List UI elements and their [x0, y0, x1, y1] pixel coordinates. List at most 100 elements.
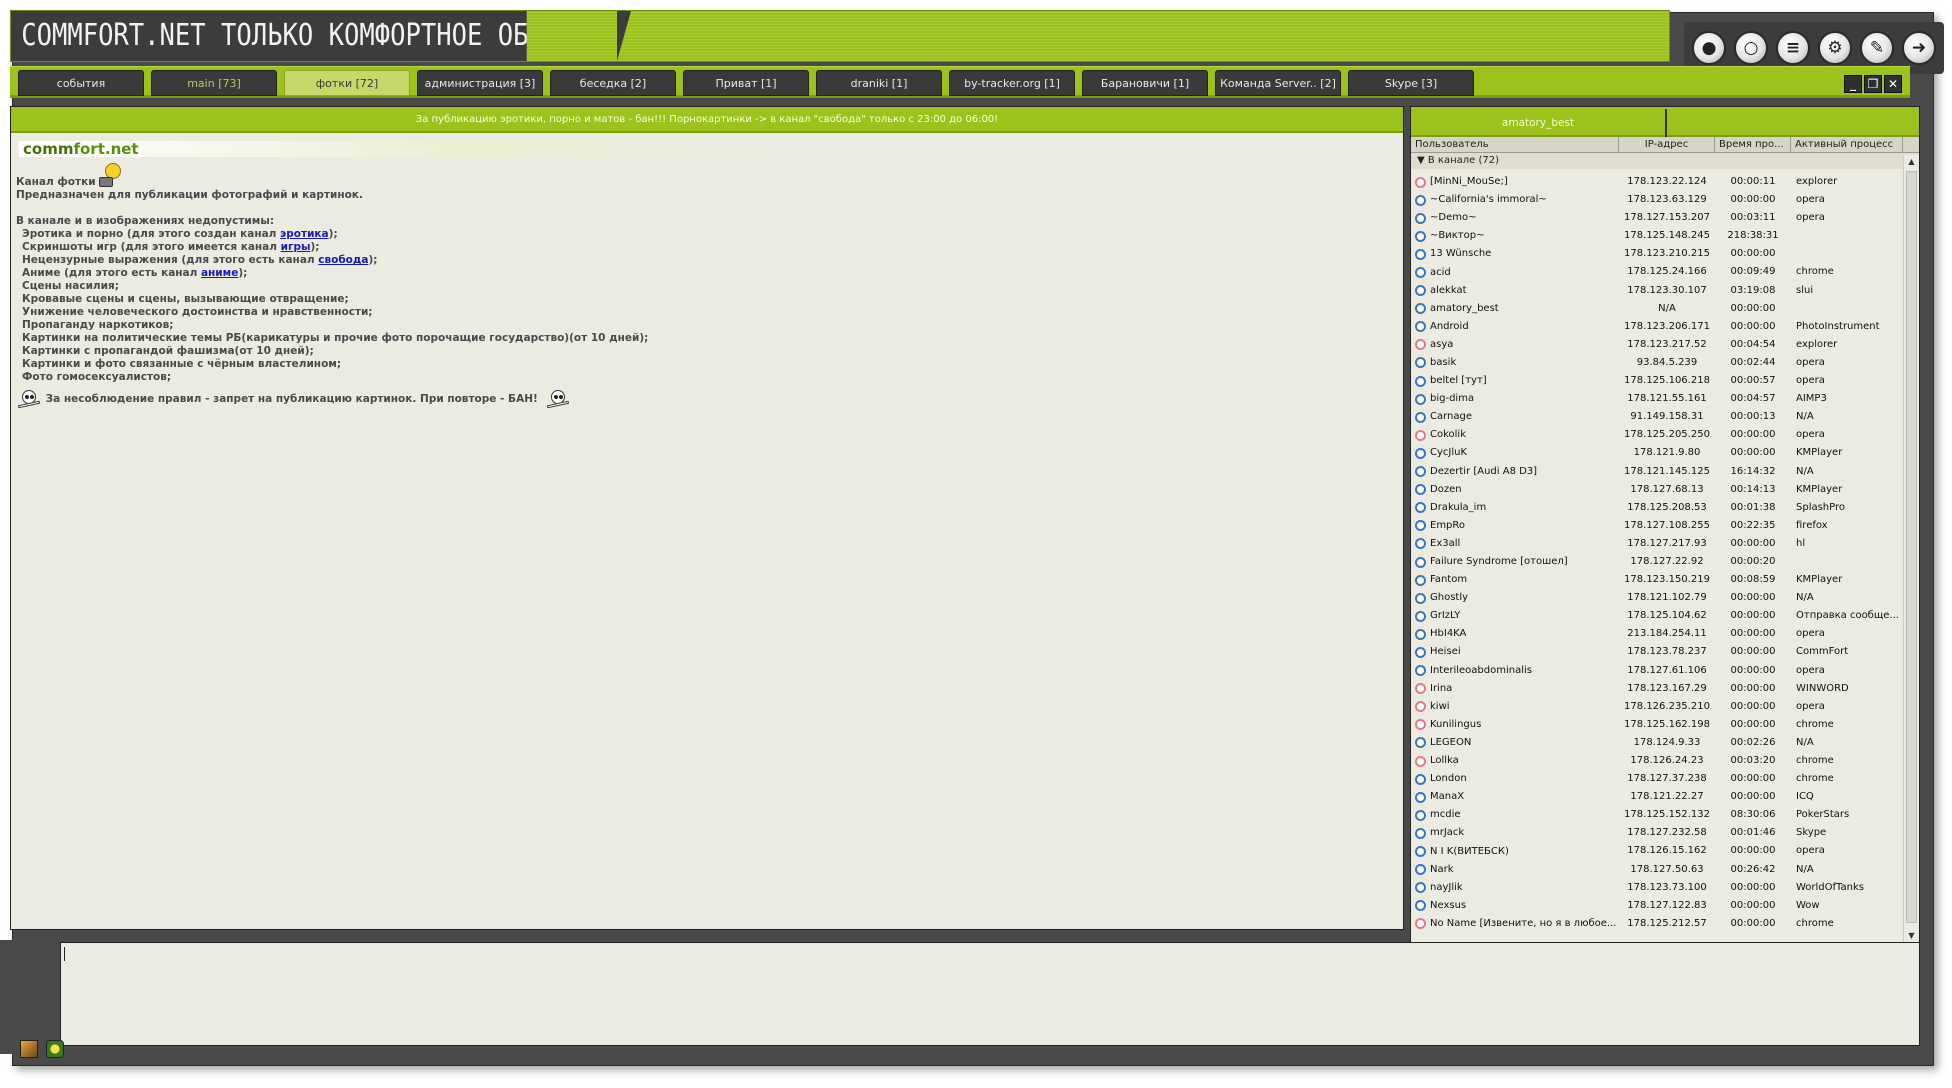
user-row[interactable]: Kunilingus 178.125.162.198 00:00:00 chrome [1411, 716, 1903, 734]
user-name: kiwi [1430, 700, 1450, 712]
user-row[interactable]: asya 178.123.217.52 00:04:54 explorer [1411, 336, 1903, 354]
user-row[interactable]: Fantom 178.123.150.219 00:08:59 KMPlayer [1411, 571, 1903, 589]
user-row[interactable]: Dozen 178.127.68.13 00:14:13 KMPlayer [1411, 481, 1903, 499]
user-row[interactable]: ~California's immoral~ 178.123.63.129 00:0… [1411, 191, 1903, 209]
minimize-icon[interactable]: _ [1844, 75, 1862, 93]
scroll-down-icon[interactable]: ▼ [1904, 929, 1919, 943]
channel-tab[interactable]: Барановичи [1] [1082, 70, 1208, 96]
user-list-scrollbar[interactable]: ▲ ▼ [1903, 155, 1919, 943]
channel-tab[interactable]: by-tracker.org [1] [949, 70, 1075, 96]
smiley-insert-icon[interactable] [46, 1040, 64, 1058]
user-row[interactable]: basik 93.84.5.239 00:02:44 opera [1411, 354, 1903, 372]
user-time: 00:09:49 [1730, 266, 1776, 278]
channel-tab[interactable]: draniki [1] [816, 70, 942, 96]
chat-bubble-icon[interactable]: ○ [1734, 31, 1768, 65]
user-row[interactable]: Dezertir [Audi A8 D3] 178.121.145.125 16:1… [1411, 463, 1903, 481]
exit-icon[interactable]: ➜ [1902, 31, 1936, 65]
image-insert-icon[interactable] [20, 1040, 38, 1058]
channel-link-erotica[interactable]: эротика [280, 228, 329, 240]
user-row[interactable]: N I K(ВИТЕБСК) 178.126.15.162 00:00:00 oper… [1411, 842, 1903, 860]
user-row[interactable]: ManaX 178.121.22.27 00:00:00 ICQ [1411, 788, 1903, 806]
user-ip: 178.125.106.218 [1624, 375, 1710, 387]
male-user-icon [1415, 900, 1426, 912]
user-row[interactable]: HbI4KA 213.184.254.11 00:00:00 opera [1411, 625, 1903, 643]
user-row[interactable]: Drakula_im 178.125.208.53 00:01:38 SplashPr… [1411, 499, 1903, 517]
user-status-icon[interactable]: ● [1692, 31, 1726, 65]
list-icon[interactable]: ≡ [1776, 31, 1810, 65]
user-time: 00:00:57 [1730, 375, 1776, 387]
male-user-icon [1415, 248, 1426, 260]
user-row[interactable]: EmpRo 178.127.108.255 00:22:35 firefox [1411, 517, 1903, 535]
channel-tab[interactable]: main [73] [151, 70, 277, 96]
user-row[interactable]: Ghostly 178.121.102.79 00:00:00 N/A [1411, 589, 1903, 607]
channel-tab[interactable]: Команда Server.. [2] [1215, 70, 1341, 96]
message-input[interactable] [60, 942, 1920, 1046]
user-row[interactable]: ~Виктор~ 178.125.148.245 218:38:31 [1411, 227, 1903, 245]
channel-tab[interactable]: администрация [3] [417, 70, 543, 96]
user-row[interactable]: big-dima 178.121.55.161 00:04:57 AIMP3 [1411, 390, 1903, 408]
col-user[interactable]: Пользователь [1411, 137, 1619, 152]
restore-icon[interactable]: ❐ [1864, 75, 1882, 93]
user-row[interactable]: Ex3all 178.127.217.93 00:00:00 hl [1411, 535, 1903, 553]
settings-gear-icon[interactable]: ⚙ [1818, 31, 1852, 65]
female-user-icon [1415, 701, 1426, 713]
channel-link-anime[interactable]: аниме [201, 267, 238, 279]
user-row[interactable]: Lollka 178.126.24.23 00:03:20 chrome [1411, 752, 1903, 770]
user-row[interactable]: Failure Syndrome [отошел] 178.127.22.92 00… [1411, 553, 1903, 571]
user-row[interactable]: No Name [Извените, но я в любое... 178.12… [1411, 915, 1903, 933]
channel-tabbar: события main [73] фотки [72] администрация … [10, 66, 1910, 98]
user-row[interactable]: acid 178.125.24.166 00:09:49 chrome [1411, 263, 1903, 281]
user-row[interactable]: Nark 178.127.50.63 00:26:42 N/A [1411, 861, 1903, 879]
user-row[interactable]: Nexsus 178.127.122.83 00:00:00 Wow [1411, 897, 1903, 915]
channel-tab[interactable]: Skype [3] [1348, 70, 1474, 96]
male-user-icon [1415, 592, 1426, 604]
edit-profile-icon[interactable]: ✎ [1860, 31, 1894, 65]
user-row[interactable]: mcdie 178.125.152.132 08:30:06 PokerStars [1411, 806, 1903, 824]
user-row[interactable]: Android 178.123.206.171 00:00:00 PhotoInstr… [1411, 318, 1903, 336]
user-row[interactable]: nayJlik 178.123.73.100 00:00:00 WorldOfTank… [1411, 879, 1903, 897]
user-ip: 178.121.55.161 [1627, 393, 1707, 405]
user-panel-tab[interactable]: amatory_best [1411, 109, 1667, 137]
user-ip: 178.127.217.93 [1627, 537, 1707, 549]
channel-tab[interactable]: Приват [1] [683, 70, 809, 96]
rules-list: Сцены насилия; Кровавые сцены и сцены, вы… [16, 280, 1403, 384]
user-row[interactable]: [MinNi_MouSe;] 178.123.22.124 00:00:11 expl… [1411, 173, 1903, 191]
user-row[interactable]: CycJluK 178.121.9.80 00:00:00 KMPlayer [1411, 444, 1903, 462]
user-row[interactable]: mrJack 178.127.232.58 00:01:46 Skype [1411, 824, 1903, 842]
user-row[interactable]: kiwi 178.126.235.210 00:00:00 opera [1411, 698, 1903, 716]
scroll-thumb[interactable] [1906, 171, 1917, 923]
user-ip: 178.121.22.27 [1630, 791, 1704, 803]
user-row[interactable]: alekkat 178.123.30.107 03:19:08 slui [1411, 282, 1903, 300]
male-user-icon [1415, 411, 1426, 423]
scroll-up-icon[interactable]: ▲ [1904, 155, 1919, 169]
col-time[interactable]: Время про... [1715, 137, 1791, 152]
user-process: PhotoInstrument [1796, 320, 1880, 332]
channel-group-header[interactable]: ▼ В канале (72) [1411, 153, 1919, 169]
user-row[interactable]: Interileoabdominalis 178.127.61.106 00:00:… [1411, 662, 1903, 680]
col-ip[interactable]: IP-адрес [1619, 137, 1715, 152]
channel-link-games[interactable]: игры [281, 241, 311, 253]
user-row[interactable]: Carnage 91.149.158.31 00:00:13 N/A [1411, 408, 1903, 426]
user-process: KMPlayer [1796, 447, 1843, 459]
channel-tab[interactable]: беседка [2] [550, 70, 676, 96]
channel-link-svoboda[interactable]: свобода [318, 254, 368, 266]
channel-label: Канал фотки [16, 176, 96, 188]
user-row[interactable]: amatory_best N/A 00:00:00 [1411, 300, 1903, 318]
user-row[interactable]: GrIzLY 178.125.104.62 00:00:00 Отправка соо… [1411, 607, 1903, 625]
col-process[interactable]: Активный процесс [1791, 137, 1903, 152]
female-user-icon [1415, 755, 1426, 767]
user-row[interactable]: London 178.127.37.238 00:00:00 chrome [1411, 770, 1903, 788]
user-row[interactable]: LEGEON 178.124.9.33 00:02:26 N/A [1411, 734, 1903, 752]
close-icon[interactable]: ✕ [1884, 75, 1902, 93]
user-row[interactable]: Cokolik 178.125.205.250 00:00:00 opera [1411, 426, 1903, 444]
user-row[interactable]: ~Demo~ 178.127.153.207 00:03:11 opera [1411, 209, 1903, 227]
user-row[interactable]: Irina 178.123.167.29 00:00:00 WINWORD [1411, 680, 1903, 698]
user-time: 00:00:00 [1730, 917, 1776, 929]
user-row[interactable]: Heisei 178.123.78.237 00:00:00 CommFort [1411, 643, 1903, 661]
user-time: 00:26:42 [1730, 863, 1776, 875]
user-row[interactable]: beltel [тут] 178.125.106.218 00:00:57 opera [1411, 372, 1903, 390]
channel-tab[interactable]: события [18, 70, 144, 96]
user-row[interactable]: 13 Wünsche 178.123.210.215 00:00:00 [1411, 245, 1903, 263]
user-time: 08:30:06 [1730, 809, 1776, 821]
channel-tab[interactable]: фотки [72] [284, 70, 410, 96]
